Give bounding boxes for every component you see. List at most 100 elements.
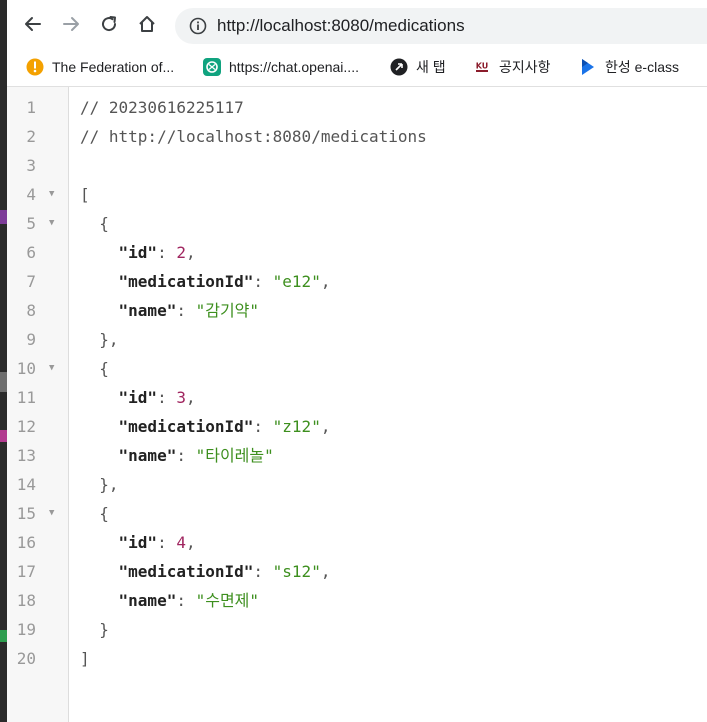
token-punct: : [253, 272, 273, 291]
token-key: "medicationId" [118, 562, 254, 581]
code-text: "name": "수면제" [80, 586, 260, 615]
fold-toggle-icon[interactable]: ▼ [49, 354, 54, 383]
token-punct: , [320, 272, 331, 291]
bookmark-new-tab[interactable]: 새 탭 [390, 56, 446, 78]
token-num: 2 [176, 243, 186, 262]
token-punct [80, 272, 119, 291]
code-text: "name": "감기약" [80, 296, 260, 325]
bookmarks-bar: The Federation of... https://chat.openai… [7, 48, 707, 87]
token-str: "e12" [272, 272, 321, 291]
code-text: { [80, 499, 109, 528]
token-key: "id" [118, 533, 158, 552]
address-bar-url[interactable]: http://localhost:8080/medications [217, 16, 465, 36]
info-icon[interactable] [189, 17, 207, 35]
bookmark-notices[interactable]: KU 공지사항 [473, 56, 551, 78]
token-punct: }, [80, 475, 119, 494]
token-str: "z12" [272, 417, 321, 436]
code-line: 3 [7, 151, 707, 180]
fold-toggle-icon[interactable]: ▼ [49, 499, 54, 528]
code-text: }, [80, 470, 119, 499]
token-punct [80, 591, 119, 610]
line-number: 8 [26, 301, 36, 320]
code-line: 16 "id": 4, [7, 528, 707, 557]
line-number: 2 [26, 127, 36, 146]
bookmark-label: 새 탭 [416, 59, 446, 75]
token-key: "id" [118, 243, 158, 262]
token-str: "s12" [272, 562, 321, 581]
token-punct: : [157, 388, 177, 407]
code-text: { [80, 354, 109, 383]
line-number: 1 [26, 98, 36, 117]
line-number: 19 [16, 620, 36, 639]
window-edge-mark [0, 210, 7, 224]
code-text: ] [80, 644, 90, 673]
line-number: 16 [16, 533, 36, 552]
line-number: 7 [26, 272, 36, 291]
token-punct: , [320, 417, 331, 436]
bookmark-label: The Federation of... [52, 59, 175, 75]
token-punct: { [80, 214, 109, 233]
bookmark-federation[interactable]: The Federation of... [26, 56, 174, 78]
code-line: 9 }, [7, 325, 707, 354]
line-number: 14 [16, 475, 36, 494]
token-punct: : [253, 562, 273, 581]
address-bar[interactable]: http://localhost:8080/medications [175, 8, 707, 44]
code-text: "medicationId": "s12", [80, 557, 331, 586]
code-text: "medicationId": "e12", [80, 267, 331, 296]
forward-arrow-icon [63, 17, 79, 31]
line-number: 9 [26, 330, 36, 349]
bookmark-eclass[interactable]: 한성 e-class [579, 56, 679, 78]
code-line: 7 "medicationId": "e12", [7, 267, 707, 296]
ku-icon: KU [473, 60, 491, 74]
token-punct: } [80, 620, 109, 639]
back-button[interactable] [19, 10, 47, 38]
token-punct: , [320, 562, 331, 581]
token-key: "medicationId" [118, 417, 254, 436]
token-punct [80, 301, 119, 320]
token-comment: // http://localhost:8080/medications [80, 127, 427, 146]
line-number: 18 [16, 591, 36, 610]
code-line: 11 "id": 3, [7, 383, 707, 412]
bookmark-label: 한성 e-class [605, 59, 679, 75]
code-text: "id": 3, [80, 383, 196, 412]
token-num: 4 [176, 533, 186, 552]
reload-button[interactable] [95, 10, 123, 38]
token-key: "name" [118, 446, 177, 465]
token-punct: { [80, 504, 109, 523]
token-key: "name" [118, 591, 177, 610]
code-text: [ [80, 180, 90, 209]
token-key: "id" [118, 388, 158, 407]
code-line: 17 "medicationId": "s12", [7, 557, 707, 586]
fold-toggle-icon[interactable]: ▼ [49, 209, 54, 238]
token-punct [80, 562, 119, 581]
code-line: 15 ▼ { [7, 499, 707, 528]
code-line: 6 "id": 2, [7, 238, 707, 267]
federation-icon [26, 58, 44, 76]
code-text: "name": "타이레놀" [80, 441, 274, 470]
bookmark-openai[interactable]: https://chat.openai.... [203, 56, 359, 78]
code-line: 2 // http://localhost:8080/medications [7, 122, 707, 151]
token-punct: , [185, 533, 196, 552]
openai-icon [203, 58, 221, 76]
token-punct: : [253, 417, 273, 436]
code-line: 8 "name": "감기약" [7, 296, 707, 325]
token-punct [80, 417, 119, 436]
line-number: 15 [16, 504, 36, 523]
line-number: 13 [16, 446, 36, 465]
code-line: 10 ▼ { [7, 354, 707, 383]
code-text: { [80, 209, 109, 238]
token-punct: : [157, 243, 177, 262]
home-icon [139, 16, 155, 32]
token-punct [80, 533, 119, 552]
code-line: 20] [7, 644, 707, 673]
forward-button[interactable] [57, 10, 85, 38]
line-number: 4 [26, 185, 36, 204]
home-button[interactable] [133, 10, 161, 38]
code-text: // http://localhost:8080/medications [80, 122, 427, 151]
token-key: "medicationId" [118, 272, 254, 291]
token-str: "감기약" [195, 301, 260, 320]
code-line: 14 }, [7, 470, 707, 499]
fold-toggle-icon[interactable]: ▼ [49, 180, 54, 209]
line-number: 5 [26, 214, 36, 233]
window-edge-mark [0, 372, 7, 392]
